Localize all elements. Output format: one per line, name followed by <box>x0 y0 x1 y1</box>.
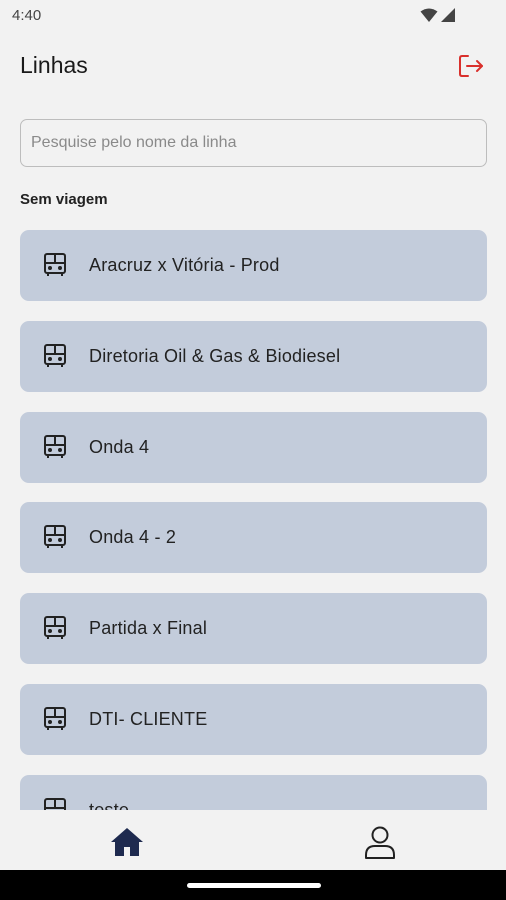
lines-list[interactable]: Aracruz x Vitória - Prod Diretoria Oil &… <box>0 230 506 810</box>
line-card[interactable]: Onda 4 - 2 <box>20 502 487 573</box>
bus-icon <box>44 616 66 639</box>
logout-icon <box>459 55 483 77</box>
signal-icon <box>441 8 455 22</box>
line-card[interactable]: DTI- CLIENTE <box>20 684 487 755</box>
line-card[interactable]: Onda 4 <box>20 412 487 483</box>
search-input[interactable] <box>20 119 487 167</box>
status-icons <box>420 7 456 23</box>
bus-icon <box>44 707 66 730</box>
page-title: Linhas <box>20 52 88 78</box>
line-card[interactable]: Partida x Final <box>20 593 487 664</box>
bottom-nav <box>0 810 506 870</box>
line-name: Onda 4 - 2 <box>89 527 177 547</box>
line-card[interactable]: teste <box>20 775 487 810</box>
app-header: Linhas <box>0 40 506 96</box>
line-card[interactable]: Aracruz x Vitória - Prod <box>20 230 487 301</box>
status-time: 4:40 <box>12 7 42 24</box>
nav-profile-button[interactable] <box>360 824 400 860</box>
line-name: Onda 4 <box>89 437 150 457</box>
bus-icon <box>44 344 66 367</box>
system-gesture-bar <box>0 870 506 900</box>
bus-icon <box>44 253 66 276</box>
status-bar: 4:40 <box>0 0 506 32</box>
home-indicator[interactable] <box>187 883 321 888</box>
line-name: Diretoria Oil & Gas & Biodiesel <box>89 346 341 366</box>
nav-home-button[interactable] <box>107 824 147 860</box>
bus-icon <box>44 435 66 458</box>
line-name: Aracruz x Vitória - Prod <box>89 255 280 275</box>
line-name: DTI- CLIENTE <box>89 709 208 729</box>
line-name: teste <box>89 800 130 810</box>
logout-button[interactable] <box>456 50 488 82</box>
bus-icon <box>44 798 66 810</box>
profile-icon <box>365 826 395 859</box>
line-card[interactable]: Diretoria Oil & Gas & Biodiesel <box>20 321 487 392</box>
line-name: Partida x Final <box>89 618 208 638</box>
bus-icon <box>44 525 66 548</box>
home-icon <box>111 828 143 856</box>
section-label: Sem viagem <box>20 191 108 208</box>
wifi-icon <box>420 8 438 22</box>
